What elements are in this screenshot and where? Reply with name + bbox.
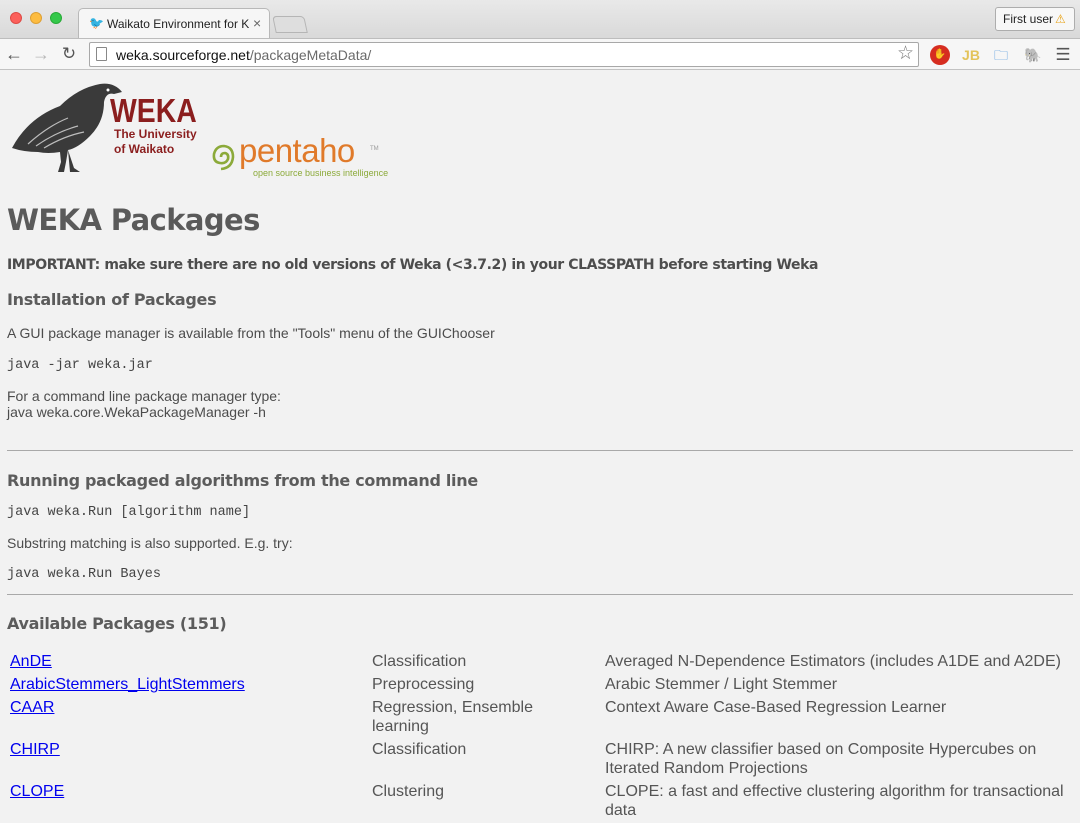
substring-text: Substring matching is also supported. E.… [7,535,293,551]
package-category: Classification [372,653,467,670]
package-link[interactable]: AnDE [10,652,52,671]
installation-heading: Installation of Packages [7,290,217,309]
menu-icon[interactable]: ☰ [1053,45,1073,65]
window-minimize-button[interactable] [30,12,42,24]
pentaho-wordmark: pentaho [239,132,355,169]
divider [7,450,1073,451]
package-category: Clustering [372,783,445,800]
important-notice: IMPORTANT: make sure there are no old ve… [7,257,819,273]
run-command: java weka.Run [algorithm name] [7,505,251,520]
package-link[interactable]: CAAR [10,698,54,717]
window-close-button[interactable] [10,12,22,24]
url-host: weka.sourceforge.net [116,47,250,63]
tab-title: Waikato Environment for Kr [107,17,249,31]
evernote-extension-icon[interactable]: 🐘 [1023,45,1043,65]
bookmark-star-icon[interactable]: ☆ [897,44,914,64]
package-category: Regression, Ensemble learning [372,699,533,735]
new-tab-button[interactable] [272,16,308,33]
weka-bird-logo [12,83,122,172]
pentaho-tagline: open source business intelligence [253,168,389,178]
tab-close-icon[interactable]: × [253,15,261,31]
logos: WEKA The University of Waikato pentaho T… [7,70,1073,185]
divider [7,594,1073,595]
bayes-command: java weka.Run Bayes [7,567,161,582]
back-arrow-icon[interactable]: ← [3,43,25,65]
command-line-text: For a command line package manager type: [7,388,281,404]
package-category: Preprocessing [372,676,475,693]
page-title: WEKA Packages [7,203,260,237]
university-line-2: of Waikato [114,142,175,156]
package-link[interactable]: CHIRP [10,740,60,759]
url-text[interactable]: weka.sourceforge.net/packageMetaData/ [116,47,371,63]
package-description: CLOPE: a fast and effective clustering a… [605,783,1064,819]
weka-favicon-icon: 🐦 [89,16,104,30]
package-description: Context Aware Case-Based Regression Lear… [605,699,947,716]
package-description: Averaged N-Dependence Estimators (includ… [605,653,1061,670]
page-content: WEKA The University of Waikato pentaho T… [7,70,1073,819]
university-line-1: The University [114,127,197,141]
page-icon [96,47,107,61]
available-packages-heading: Available Packages (151) [7,614,227,633]
url-path: /packageMetaData/ [249,47,372,63]
jb-extension-icon[interactable]: JB [961,45,981,65]
package-category: Classification [372,741,467,758]
package-description: CHIRP: A new classifier based on Composi… [605,741,1037,777]
package-manager-command: java weka.core.WekaPackageManager -h [7,404,266,420]
gui-manager-text: A GUI package manager is available from … [7,325,495,341]
pentaho-trademark: TM [370,146,379,152]
stop-extension-icon[interactable]: ✋ [930,45,950,65]
window-maximize-button[interactable] [50,12,62,24]
package-description: Arabic Stemmer / Light Stemmer [605,676,838,693]
profile-label: First user [1003,12,1054,26]
folder-extension-icon[interactable]: 🗀 [991,45,1011,65]
forward-arrow-icon[interactable]: → [30,43,52,65]
tab-bar: 🐦 Waikato Environment for Kr × First use… [0,0,1080,38]
package-link[interactable]: CLOPE [10,782,64,801]
weka-wordmark: WEKA [110,92,197,129]
pentaho-swirl-logo [212,144,235,171]
package-link[interactable]: ArabicStemmers_LightStemmers [10,675,245,694]
browser-tab[interactable]: 🐦 Waikato Environment for Kr × [78,8,270,38]
browser-toolbar: ← → ↻ weka.sourceforge.net/packageMetaDa… [0,38,1080,70]
reload-icon[interactable]: ↻ [58,43,80,65]
address-bar[interactable]: weka.sourceforge.net/packageMetaData/ ☆ [89,42,919,67]
warning-icon: ⚠ [1055,12,1066,26]
profile-button[interactable]: First user ⚠ [995,7,1075,31]
jar-command: java -jar weka.jar [7,358,153,373]
running-heading: Running packaged algorithms from the com… [7,471,478,490]
